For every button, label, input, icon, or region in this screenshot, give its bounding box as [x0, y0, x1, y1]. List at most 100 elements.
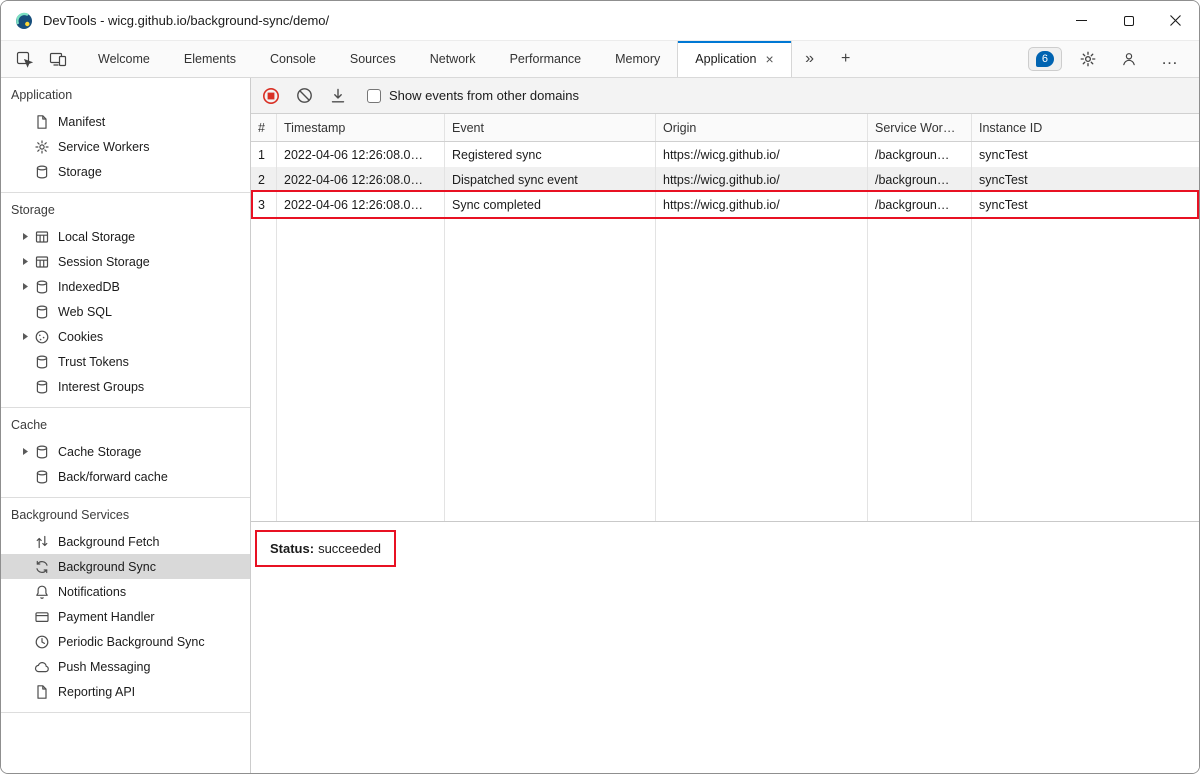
cell-instance-id: syncTest [972, 142, 1199, 167]
tab-close-icon[interactable]: × [765, 52, 773, 66]
sidebar-item-cookies[interactable]: Cookies [1, 324, 250, 349]
tab-network[interactable]: Network [413, 41, 493, 77]
tab-label: Sources [350, 52, 396, 66]
sidebar-item-session-storage[interactable]: Session Storage [1, 249, 250, 274]
settings-button[interactable] [1073, 45, 1103, 73]
sidebar-item-trust-tokens[interactable]: Trust Tokens [1, 349, 250, 374]
section-title: Background Services [1, 498, 250, 529]
tab-performance[interactable]: Performance [493, 41, 599, 77]
column-header-event[interactable]: Event [445, 114, 656, 141]
column-header-timestamp[interactable]: Timestamp [277, 114, 445, 141]
download-icon [329, 87, 347, 105]
sidebar-item-periodic-background-sync[interactable]: Periodic Background Sync [1, 629, 250, 654]
sidebar-item-background-fetch[interactable]: Background Fetch [1, 529, 250, 554]
table-icon [34, 254, 50, 270]
maximize-button[interactable] [1105, 1, 1152, 40]
sidebar-item-back-forward-cache[interactable]: Back/forward cache [1, 464, 250, 489]
show-events-checkbox[interactable] [367, 89, 381, 103]
minimize-icon [1076, 20, 1087, 21]
devtools-logo-icon [15, 12, 33, 30]
database-icon [34, 354, 50, 370]
section-title: Cache [1, 408, 250, 439]
sidebar-item-label: Periodic Background Sync [58, 635, 205, 649]
maximize-icon [1124, 16, 1134, 26]
sidebar-item-label: Manifest [58, 115, 105, 129]
column-header-instance-id[interactable]: Instance ID [972, 114, 1199, 141]
add-tab-button[interactable]: + [828, 41, 864, 77]
tab-console[interactable]: Console [253, 41, 333, 77]
clear-button[interactable] [296, 87, 313, 104]
section-title: Storage [1, 193, 250, 224]
minimize-button[interactable] [1058, 1, 1105, 40]
service-workers-icon [34, 139, 50, 155]
application-sidebar: Application Manifest Service Workers Sto… [1, 78, 251, 773]
column-header-service-worker[interactable]: Service Wor… [868, 114, 972, 141]
sidebar-item-interest-groups[interactable]: Interest Groups [1, 374, 250, 399]
cell-service-worker: /backgroun… [868, 192, 972, 217]
inspect-element-button[interactable] [9, 45, 39, 73]
expand-triangle-icon[interactable] [21, 447, 30, 456]
sidebar-item-local-storage[interactable]: Local Storage [1, 224, 250, 249]
clear-icon [296, 87, 313, 104]
sidebar-item-indexeddb[interactable]: IndexedDB [1, 274, 250, 299]
save-button[interactable] [329, 87, 347, 105]
table-header-row: # Timestamp Event Origin Service Wor… In… [251, 114, 1199, 142]
sidebar-item-label: Storage [58, 165, 102, 179]
tab-sources[interactable]: Sources [333, 41, 413, 77]
cell-timestamp: 2022-04-06 12:26:08.0… [277, 167, 445, 192]
cell-event: Sync completed [445, 192, 656, 217]
overflow-menu-button[interactable]: … [1155, 45, 1185, 73]
sidebar-item-reporting-api[interactable]: Reporting API [1, 679, 250, 704]
table-row[interactable]: 2 2022-04-06 12:26:08.0… Dispatched sync… [251, 167, 1199, 192]
sidebar-item-label: Cookies [58, 330, 103, 344]
table-empty-area [251, 217, 1199, 521]
cookie-icon [34, 329, 50, 345]
more-tabs-button[interactable]: » [792, 41, 828, 77]
issues-counter-button[interactable]: 6 [1028, 47, 1062, 71]
expand-triangle-icon[interactable] [21, 232, 30, 241]
sidebar-item-label: IndexedDB [58, 280, 120, 294]
table-row[interactable]: 1 2022-04-06 12:26:08.0… Registered sync… [251, 142, 1199, 167]
event-details-pane: Status:succeeded [251, 522, 1199, 773]
issues-bubble-icon: 6 [1036, 51, 1054, 67]
feedback-button[interactable] [1114, 45, 1144, 73]
inspect-icon [16, 51, 33, 68]
tab-memory[interactable]: Memory [598, 41, 677, 77]
column-header-number[interactable]: # [251, 114, 277, 141]
sidebar-item-notifications[interactable]: Notifications [1, 579, 250, 604]
sidebar-item-background-sync[interactable]: Background Sync [1, 554, 250, 579]
sidebar-item-label: Local Storage [58, 230, 135, 244]
sidebar-item-web-sql[interactable]: Web SQL [1, 299, 250, 324]
devtools-window: DevTools - wicg.github.io/background-syn… [0, 0, 1200, 774]
expand-triangle-icon[interactable] [21, 257, 30, 266]
expand-triangle-icon[interactable] [21, 332, 30, 341]
window-title: DevTools - wicg.github.io/background-syn… [43, 13, 329, 28]
tab-label: Memory [615, 52, 660, 66]
overflow-menu-icon: … [1161, 49, 1179, 69]
cell-number: 3 [251, 192, 277, 217]
sidebar-item-manifest[interactable]: Manifest [1, 109, 250, 134]
sidebar-item-push-messaging[interactable]: Push Messaging [1, 654, 250, 679]
cell-event: Registered sync [445, 142, 656, 167]
tab-label: Console [270, 52, 316, 66]
sidebar-item-storage[interactable]: Storage [1, 159, 250, 184]
tab-elements[interactable]: Elements [167, 41, 253, 77]
database-icon [34, 469, 50, 485]
tab-application[interactable]: Application × [677, 41, 791, 77]
sidebar-section-background-services: Background Services Background Fetch Bac… [1, 498, 250, 713]
sidebar-item-payment-handler[interactable]: Payment Handler [1, 604, 250, 629]
show-events-checkbox-label[interactable]: Show events from other domains [389, 88, 579, 103]
more-tabs-icon: » [805, 50, 814, 68]
tab-welcome[interactable]: Welcome [81, 41, 167, 77]
device-toolbar-button[interactable] [43, 45, 73, 73]
column-header-origin[interactable]: Origin [656, 114, 868, 141]
sidebar-item-service-workers[interactable]: Service Workers [1, 134, 250, 159]
table-row-selected[interactable]: 3 2022-04-06 12:26:08.0… Sync completed … [251, 192, 1199, 217]
database-icon [34, 304, 50, 320]
record-button[interactable] [262, 87, 280, 105]
sidebar-section-storage: Storage Local Storage Session Storage In… [1, 193, 250, 408]
sidebar-item-cache-storage[interactable]: Cache Storage [1, 439, 250, 464]
expand-triangle-icon[interactable] [21, 282, 30, 291]
close-button[interactable] [1152, 1, 1199, 40]
section-title: Application [1, 78, 250, 109]
